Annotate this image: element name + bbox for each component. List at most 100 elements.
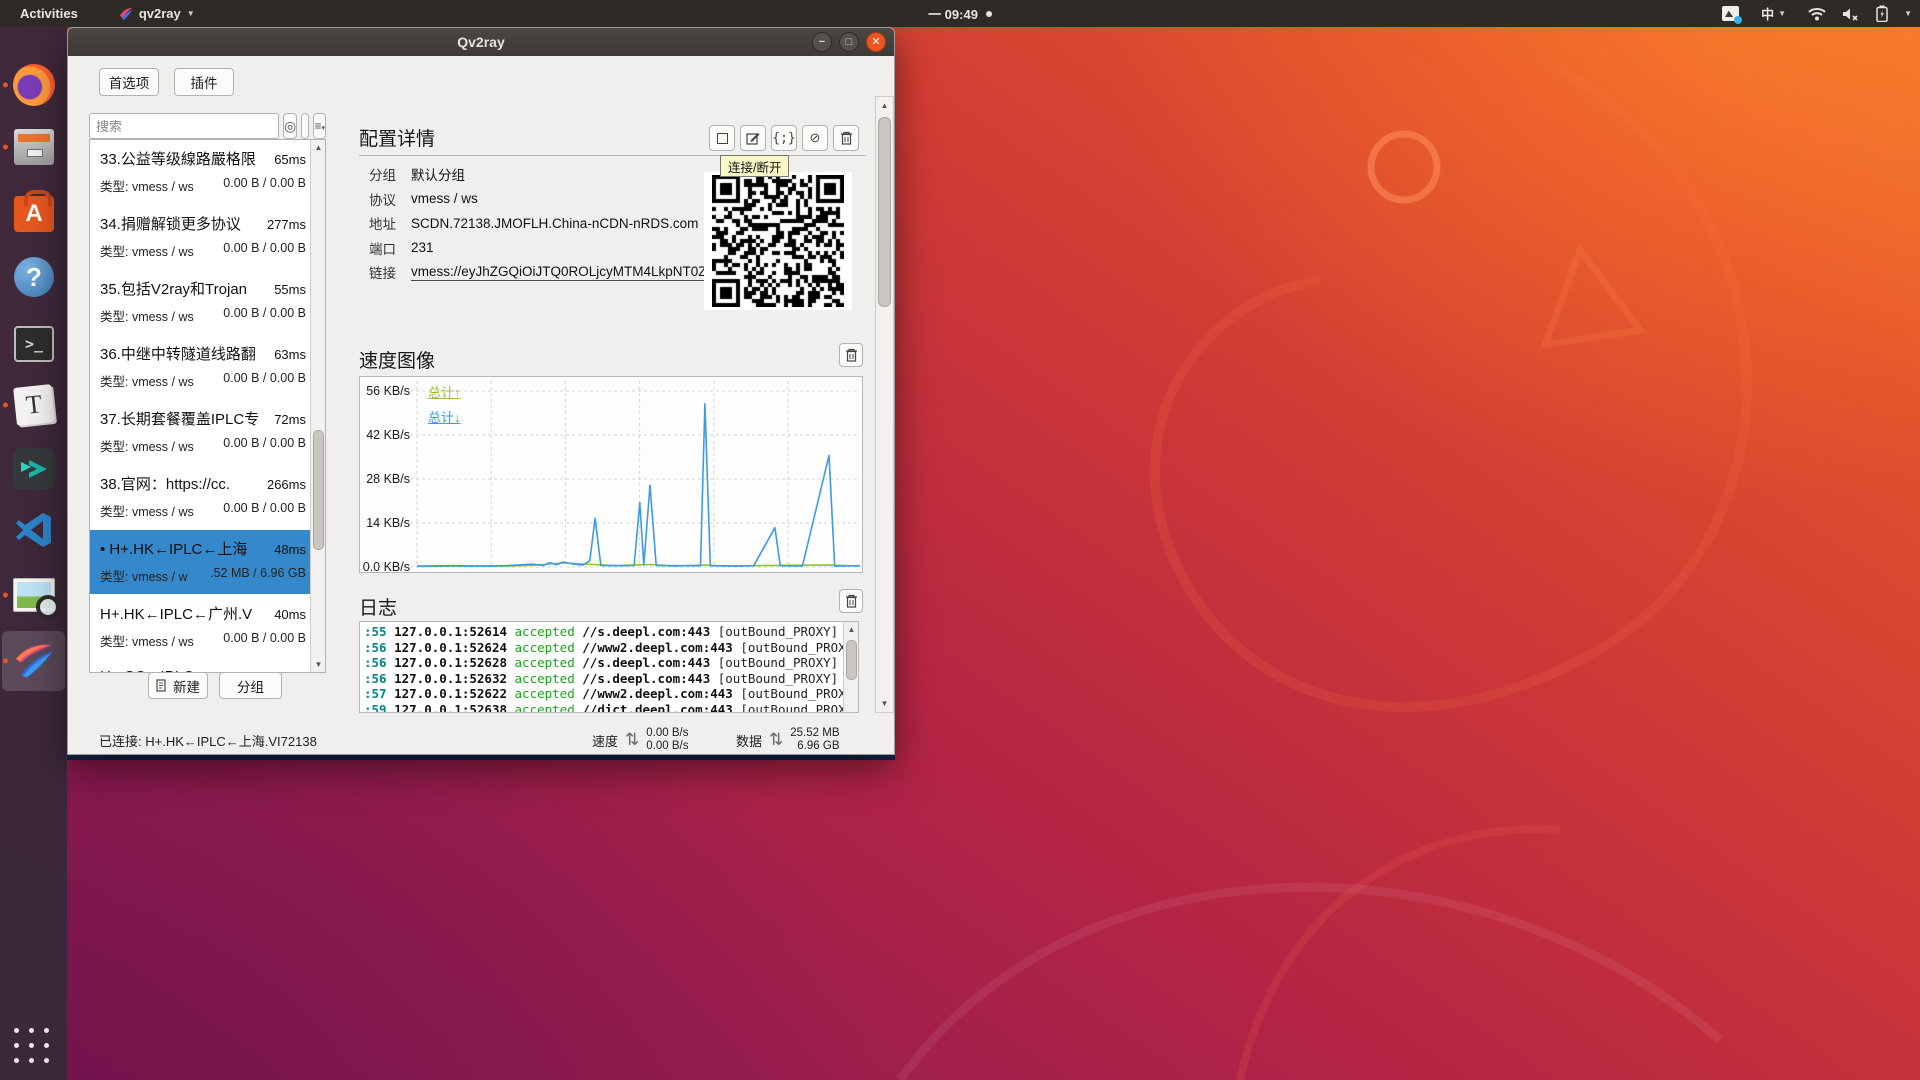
scrollbar-thumb[interactable]: [313, 430, 324, 550]
svg-text:28 KB/s: 28 KB/s: [366, 472, 410, 486]
volume-muted-icon[interactable]: [1842, 7, 1860, 21]
config-detail-row: 链接 vmess://eyJhZGQiOiJTQ0ROLjcyMTM4LkpNT…: [369, 260, 706, 285]
delete-config-button[interactable]: [833, 125, 859, 151]
server-type: 类型: vmess / ws: [100, 176, 194, 195]
dock-item-help[interactable]: ?: [10, 253, 58, 301]
speed-graph: 56 KB/s42 KB/s28 KB/s14 KB/s0.0 KB/s 总计↑…: [359, 376, 863, 573]
blank-filter-button[interactable]: [301, 113, 309, 139]
server-ping: 40ms: [274, 607, 306, 622]
dock-item-typora[interactable]: T: [10, 381, 58, 429]
scrollbar-thumb[interactable]: [846, 640, 857, 680]
clear-log-button[interactable]: [839, 589, 863, 613]
scroll-down-icon[interactable]: ▼: [311, 657, 326, 672]
notification-dot: [986, 11, 992, 17]
dock-item-vscode[interactable]: [10, 506, 58, 554]
vscode-icon: [15, 511, 53, 549]
scroll-up-icon[interactable]: ▲: [311, 140, 326, 155]
route-settings-button[interactable]: ⊘: [802, 125, 828, 151]
server-ping: 277ms: [267, 217, 306, 232]
server-ping: 72ms: [274, 412, 306, 427]
detail-value: vmess / ws: [411, 191, 478, 206]
dock-item-firefox[interactable]: [10, 61, 58, 109]
activities-button[interactable]: Activities: [14, 0, 84, 27]
running-dot: [3, 659, 8, 664]
show-applications-button[interactable]: [14, 1028, 52, 1066]
log-title: 日志: [359, 593, 397, 620]
location-pin-button[interactable]: ◎: [283, 113, 297, 139]
connect-disconnect-button[interactable]: [709, 125, 735, 151]
dock-item-terminal[interactable]: >_: [10, 320, 58, 368]
log-line: :56 127.0.0.1:52632 accepted //s.deepl.c…: [364, 671, 858, 687]
legend-total-down-link[interactable]: 总计↓: [428, 407, 461, 426]
search-input[interactable]: [89, 113, 279, 139]
status-bar: 已连接: H+.HK←IPLC←上海.VI72138 速度 ⇅ 0.00 B/s…: [68, 724, 894, 756]
minimize-button[interactable]: −: [812, 32, 832, 52]
dock-item-ubuntu-software[interactable]: A: [10, 190, 58, 238]
preferences-button[interactable]: 首选项: [99, 68, 159, 96]
plugins-button[interactable]: 插件: [174, 68, 234, 96]
server-list-item[interactable]: 33.公益等级線路嚴格限 65ms 类型: vmess / ws 0.00 B …: [90, 140, 312, 205]
chevron-down-icon: ▼: [187, 9, 195, 18]
detail-label: 协议: [369, 189, 401, 209]
battery-icon[interactable]: [1876, 5, 1888, 22]
edit-config-button[interactable]: [740, 125, 766, 151]
server-list-item[interactable]: 35.包括V2ray和Trojan 55ms 类型: vmess / ws 0.…: [90, 270, 312, 335]
input-method-indicator[interactable]: 中 ▼: [1755, 0, 1792, 27]
scroll-up-icon[interactable]: ▲: [844, 622, 859, 637]
svg-text:0.0 KB/s: 0.0 KB/s: [363, 560, 410, 572]
dock-item-qv2ray[interactable]: [10, 637, 58, 685]
server-list-item[interactable]: 38.官网：https://cc. 266ms 类型: vmess / ws 0…: [90, 465, 312, 530]
log-panel[interactable]: :55 127.0.0.1:52614 accepted //s.deepl.c…: [359, 621, 859, 713]
server-list-item[interactable]: 34.捐赠解锁更多协议 277ms 类型: vmess / ws 0.00 B …: [90, 205, 312, 270]
sort-button[interactable]: ≡▾: [313, 113, 326, 139]
config-detail-rows: 分组 默认分组 协议 vmess / ws 地址 SCDN.72138.JMOF…: [369, 162, 706, 285]
log-line: :56 127.0.0.1:52628 accepted //s.deepl.c…: [364, 655, 858, 671]
dock-item-image-viewer[interactable]: [10, 571, 58, 619]
qv2ray-indicator-icon: [118, 6, 133, 21]
edit-json-button[interactable]: {;}: [771, 125, 797, 151]
log-scrollbar[interactable]: ▲: [843, 622, 858, 712]
server-list-scrollbar[interactable]: ▲ ▼: [310, 140, 325, 672]
group-button[interactable]: 分组: [219, 672, 282, 699]
scroll-down-icon[interactable]: ▼: [876, 695, 893, 712]
terminal-icon: >_: [14, 326, 54, 362]
running-dot: [3, 403, 8, 408]
scroll-up-icon[interactable]: ▲: [876, 97, 893, 114]
server-list-item[interactable]: 37.长期套餐覆盖IPLC专 72ms 类型: vmess / ws 0.00 …: [90, 400, 312, 465]
server-data: 0.00 B / 0.00 B: [223, 501, 306, 520]
detail-value: 231: [411, 240, 434, 255]
clock[interactable]: 一 09:49: [928, 4, 992, 23]
chevron-down-icon: ▼: [1778, 9, 1786, 18]
app-indicator[interactable]: qv2ray ▼: [112, 0, 201, 27]
config-detail-row: 协议 vmess / ws: [369, 187, 706, 212]
system-menu-chevron-icon[interactable]: ▼: [1904, 9, 1912, 18]
server-type: 类型: vmess / ws: [100, 306, 194, 325]
server-list-item[interactable]: 36.中继中转隧道线路翻 63ms 类型: vmess / ws 0.00 B …: [90, 335, 312, 400]
wifi-icon[interactable]: [1808, 7, 1826, 21]
dock-item-file-cabinet[interactable]: [10, 123, 58, 171]
close-button[interactable]: ✕: [866, 32, 886, 52]
screenshot-tool-icon[interactable]: [1722, 6, 1739, 21]
dock-item-teal-app[interactable]: [10, 445, 58, 493]
server-ping: 266ms: [267, 477, 306, 492]
server-list-item[interactable]: • H+.HK←IPLC←上海 48ms 类型: vmess / w .52 M…: [90, 530, 312, 595]
window-titlebar[interactable]: Qv2ray − □ ✕: [68, 28, 894, 56]
main-panel-scrollbar[interactable]: ▲ ▼: [875, 96, 894, 713]
data-down-value: 6.96 GB: [797, 740, 839, 753]
activities-label: Activities: [20, 6, 78, 21]
slashed-circle-icon: ⊘: [810, 130, 821, 146]
detail-label: 地址: [369, 213, 401, 233]
new-config-button[interactable]: 新建: [148, 672, 208, 699]
server-list-item[interactable]: H+.HK←IPLC←广州.V 40ms 类型: vmess / ws 0.00…: [90, 595, 312, 660]
server-name: H+.HK←IPLC←广州.V: [100, 603, 252, 624]
scrollbar-thumb[interactable]: [878, 117, 891, 307]
legend-total-up-link[interactable]: 总计↑: [428, 382, 461, 401]
trash-icon: [845, 348, 858, 362]
clear-graph-button[interactable]: [839, 343, 863, 367]
trash-icon: [840, 131, 853, 145]
server-list: 33.公益等级線路嚴格限 65ms 类型: vmess / ws 0.00 B …: [89, 139, 326, 673]
server-data: 0.00 B / 0.00 B: [223, 241, 306, 260]
server-data: 0.00 B / 0.00 B: [223, 631, 306, 650]
server-data: 0.00 B / 0.00 B: [223, 371, 306, 390]
maximize-button[interactable]: □: [839, 32, 859, 52]
